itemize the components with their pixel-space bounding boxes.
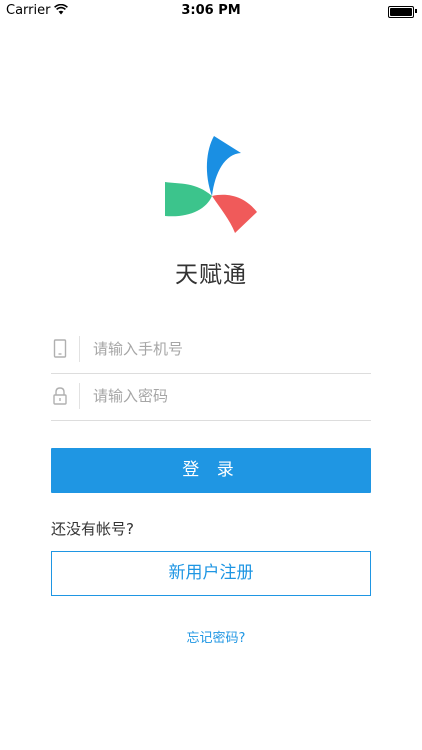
field-divider: [79, 336, 80, 362]
app-logo: [165, 136, 257, 233]
lock-icon: [53, 387, 67, 405]
field-divider: [79, 383, 80, 409]
password-input[interactable]: [93, 374, 363, 418]
logo-red-blade: [212, 194, 257, 233]
phone-input[interactable]: [93, 327, 363, 371]
logo-green-blade: [165, 182, 212, 217]
status-time: 3:06 PM: [181, 3, 241, 18]
battery-icon: [388, 6, 414, 18]
status-bar: Carrier 3:06 PM: [0, 0, 422, 22]
no-account-label: 还没有帐号?: [51, 520, 134, 538]
register-button[interactable]: 新用户注册: [51, 551, 371, 596]
app-name: 天赋通: [175, 262, 247, 288]
battery-tip: [415, 9, 417, 13]
phone-field: [51, 327, 371, 374]
login-button[interactable]: 登 录: [51, 448, 371, 493]
phone-icon: [53, 339, 67, 358]
logo-blue-blade: [206, 136, 241, 196]
forgot-password-link[interactable]: 忘记密码?: [0, 627, 422, 646]
password-field: [51, 374, 371, 421]
